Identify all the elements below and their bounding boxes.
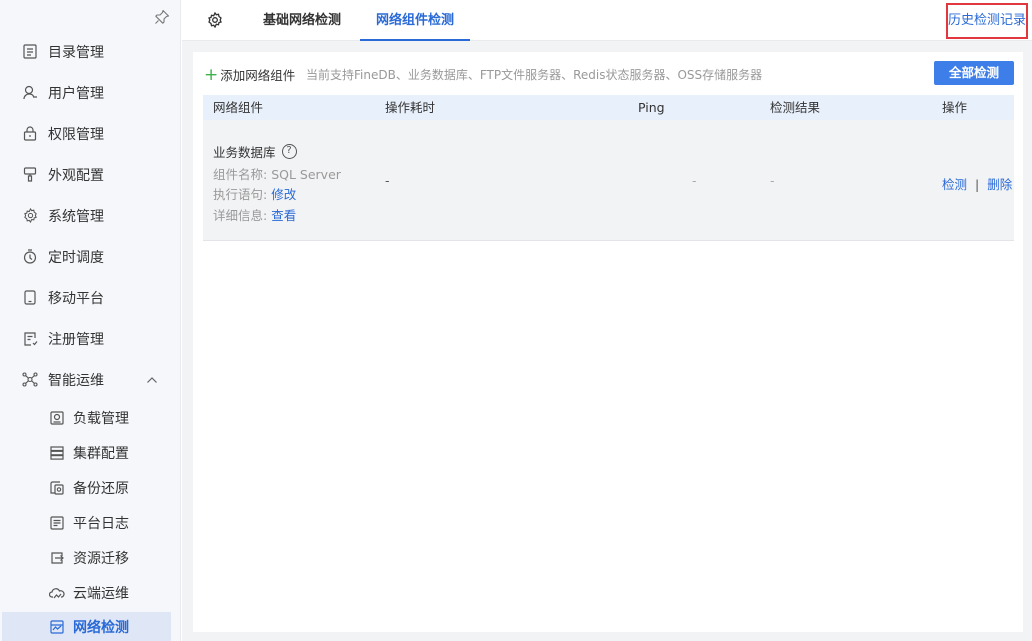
sidebar-item-catalog[interactable]: 目录管理	[0, 31, 181, 72]
ops-icon	[22, 372, 38, 388]
sidebar-item-mobile[interactable]: 移动平台	[0, 277, 181, 318]
sidebar-subitem-cluster[interactable]: 集群配置	[0, 435, 181, 470]
tab-network-component-check[interactable]: 网络组件检测	[359, 0, 471, 41]
component-type: 业务数据库	[213, 145, 276, 160]
help-icon[interactable]: ?	[281, 144, 297, 159]
cloud-icon	[49, 585, 65, 601]
ping-value: -	[692, 173, 697, 188]
component-name-line: 组件名称: SQL Server	[213, 164, 341, 183]
log-icon	[49, 515, 65, 531]
component-name-value: SQL Server	[271, 167, 341, 182]
row-actions: 检测 | 删除	[942, 174, 1012, 193]
sidebar-item-permissions[interactable]: 权限管理	[0, 113, 181, 154]
sidebar-subitem-label: 集群配置	[73, 445, 129, 462]
cluster-icon	[49, 445, 65, 461]
gear-icon	[22, 208, 38, 224]
sidebar-subitem-backup[interactable]: 备份还原	[0, 470, 181, 505]
sidebar-item-label: 目录管理	[48, 44, 104, 61]
component-title: 业务数据库 ?	[213, 142, 297, 161]
col-header-component: 网络组件	[213, 100, 264, 115]
detail-info-label: 详细信息:	[213, 208, 268, 223]
sidebar-item-label: 用户管理	[48, 85, 104, 102]
sidebar-item-label: 定时调度	[48, 249, 104, 266]
load-icon	[49, 410, 65, 426]
support-hint: 当前支持FineDB、业务数据库、FTP文件服务器、Redis状态服务器、OSS…	[306, 68, 763, 82]
pin-icon[interactable]	[154, 9, 170, 25]
result-value: -	[770, 173, 775, 188]
sidebar-item-label: 权限管理	[48, 126, 104, 143]
duration-value: -	[385, 173, 390, 188]
tab-basic-network-check[interactable]: 基础网络检测	[263, 0, 341, 41]
sidebar-item-scheduling[interactable]: 定时调度	[0, 236, 181, 277]
sidebar-subitem-label: 平台日志	[73, 515, 129, 532]
history-records-link[interactable]: 历史检测记录	[946, 3, 1028, 39]
sidebar-subitem-label: 网络检测	[73, 619, 129, 636]
sidebar-subitem-label: 云端运维	[73, 585, 129, 602]
col-header-actions: 操作	[942, 100, 968, 115]
catalog-icon	[22, 44, 38, 60]
check-action-link[interactable]: 检测	[942, 177, 967, 192]
sidebar-subitem-label: 负载管理	[73, 410, 129, 427]
network-icon	[49, 619, 65, 635]
sidebar-item-label: 系统管理	[48, 208, 104, 225]
sidebar-item-label: 外观配置	[48, 167, 104, 184]
action-separator: |	[975, 177, 980, 192]
sidebar-item-label: 智能运维	[48, 372, 104, 389]
user-icon	[22, 85, 38, 101]
sidebar-item-label: 注册管理	[48, 331, 104, 348]
sidebar-item-smart-ops[interactable]: 智能运维	[0, 359, 181, 400]
sidebar-subitem-network[interactable]: 网络检测	[2, 612, 171, 641]
sidebar-subitem-migration[interactable]: 资源迁移	[0, 540, 181, 575]
sidebar-subitem-label: 资源迁移	[73, 550, 129, 567]
detail-info-line: 详细信息: 查看	[213, 205, 296, 224]
col-header-result: 检测结果	[770, 100, 821, 115]
check-all-button[interactable]: 全部检测	[934, 61, 1014, 85]
lock-icon	[22, 126, 38, 142]
edit-statement-link[interactable]: 修改	[271, 187, 296, 202]
sidebar-subitem-load[interactable]: 负载管理	[0, 400, 181, 435]
add-component-button[interactable]: + 添加网络组件	[204, 65, 295, 84]
table-row: 业务数据库 ? 组件名称: SQL Server 执行语句: 修改 详细信息: …	[203, 120, 1014, 241]
statement-label: 执行语句:	[213, 187, 268, 202]
mobile-icon	[22, 290, 38, 306]
settings-gear-icon[interactable]	[207, 12, 223, 28]
tab-bar: 基础网络检测 网络组件检测 历史检测记录	[182, 0, 1032, 41]
view-detail-link[interactable]: 查看	[271, 208, 296, 223]
sidebar-item-registration[interactable]: 注册管理	[0, 318, 181, 359]
plus-icon: +	[204, 64, 219, 85]
col-header-duration: 操作耗时	[385, 100, 436, 115]
delete-action-link[interactable]: 删除	[987, 177, 1012, 192]
backup-icon	[49, 480, 65, 496]
statement-line: 执行语句: 修改	[213, 184, 296, 203]
table-header: 网络组件 操作耗时 Ping 检测结果 操作	[203, 95, 1014, 120]
timer-icon	[22, 249, 38, 265]
component-name-label: 组件名称:	[213, 167, 268, 182]
sidebar-item-appearance[interactable]: 外观配置	[0, 154, 181, 195]
register-icon	[22, 331, 38, 347]
content-panel: + 添加网络组件 当前支持FineDB、业务数据库、FTP文件服务器、Redis…	[193, 52, 1023, 632]
sidebar: 目录管理 用户管理 权限管理 外观配置 系统管理 定时调度 移动平台 注册管理 …	[0, 0, 181, 641]
brush-icon	[22, 167, 38, 183]
sidebar-subitem-logs[interactable]: 平台日志	[0, 505, 181, 540]
col-header-ping: Ping	[638, 100, 665, 115]
sidebar-item-label: 移动平台	[48, 290, 104, 307]
migrate-icon	[49, 550, 65, 566]
sidebar-subitem-cloud-ops[interactable]: 云端运维	[0, 575, 181, 610]
sidebar-subitem-label: 备份还原	[73, 480, 129, 497]
chevron-up-icon[interactable]	[146, 374, 158, 386]
sidebar-item-users[interactable]: 用户管理	[0, 72, 181, 113]
add-component-label: 添加网络组件	[220, 68, 296, 83]
sidebar-item-system[interactable]: 系统管理	[0, 195, 181, 236]
main-area: 基础网络检测 网络组件检测 历史检测记录 + 添加网络组件 当前支持FineDB…	[182, 0, 1032, 641]
